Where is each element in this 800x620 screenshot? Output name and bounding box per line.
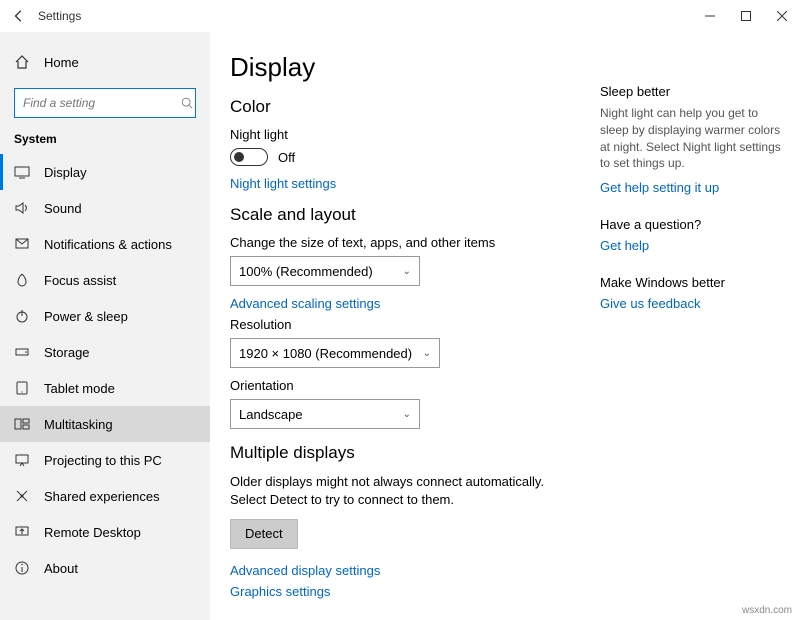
multiple-displays-heading: Multiple displays <box>230 443 600 463</box>
sidebar: Home System Display Sound Notifications … <box>0 32 210 620</box>
sidebar-item-label: Notifications & actions <box>44 237 172 252</box>
sidebar-item-label: Display <box>44 165 87 180</box>
sidebar-item-tablet-mode[interactable]: Tablet mode <box>0 370 210 406</box>
sidebar-item-remote-desktop[interactable]: Remote Desktop <box>0 514 210 550</box>
close-button[interactable] <box>764 0 800 32</box>
search-input[interactable] <box>14 88 196 118</box>
question-heading: Have a question? <box>600 217 784 232</box>
resolution-value: 1920 × 1080 (Recommended) <box>239 346 412 361</box>
detect-button[interactable]: Detect <box>230 519 298 549</box>
sidebar-item-focus-assist[interactable]: Focus assist <box>0 262 210 298</box>
tablet-icon <box>14 380 30 396</box>
resolution-label: Resolution <box>230 317 600 332</box>
back-button[interactable] <box>0 9 38 23</box>
remote-desktop-icon <box>14 524 30 540</box>
sidebar-item-multitasking[interactable]: Multitasking <box>0 406 210 442</box>
advanced-scaling-link[interactable]: Advanced scaling settings <box>230 296 600 311</box>
notifications-icon <box>14 236 30 252</box>
change-size-label: Change the size of text, apps, and other… <box>230 235 600 250</box>
sidebar-section-label: System <box>0 132 210 154</box>
sidebar-home[interactable]: Home <box>0 44 210 80</box>
night-light-settings-link[interactable]: Night light settings <box>230 176 600 191</box>
sidebar-item-label: Projecting to this PC <box>44 453 162 468</box>
sidebar-item-label: Focus assist <box>44 273 116 288</box>
minimize-button[interactable] <box>692 0 728 32</box>
search-field[interactable] <box>23 96 180 110</box>
sidebar-item-label: Multitasking <box>44 417 113 432</box>
chevron-down-icon: ⌄ <box>403 409 411 420</box>
about-icon <box>14 560 30 576</box>
maximize-button[interactable] <box>728 0 764 32</box>
storage-icon <box>14 344 30 360</box>
page-title: Display <box>230 52 600 83</box>
sidebar-item-projecting[interactable]: Projecting to this PC <box>0 442 210 478</box>
home-icon <box>14 54 30 70</box>
sidebar-item-sound[interactable]: Sound <box>0 190 210 226</box>
get-help-link[interactable]: Get help <box>600 238 784 253</box>
color-heading: Color <box>230 97 600 117</box>
watermark: wsxdn.com <box>742 605 792 616</box>
sidebar-item-shared-experiences[interactable]: Shared experiences <box>0 478 210 514</box>
sidebar-item-power-sleep[interactable]: Power & sleep <box>0 298 210 334</box>
graphics-settings-link[interactable]: Graphics settings <box>230 584 600 599</box>
focus-assist-icon <box>14 272 30 288</box>
sleep-better-heading: Sleep better <box>600 84 784 99</box>
resolution-select[interactable]: 1920 × 1080 (Recommended) ⌄ <box>230 338 440 368</box>
sidebar-item-label: About <box>44 561 78 576</box>
sidebar-item-label: Tablet mode <box>44 381 115 396</box>
sound-icon <box>14 200 30 216</box>
sleep-better-link[interactable]: Get help setting it up <box>600 180 784 195</box>
feedback-link[interactable]: Give us feedback <box>600 296 784 311</box>
orientation-label: Orientation <box>230 378 600 393</box>
multiple-displays-text: Older displays might not always connect … <box>230 473 580 509</box>
main-content: Display Color Night light Off Night ligh… <box>230 52 600 620</box>
make-better-heading: Make Windows better <box>600 275 784 290</box>
night-light-state: Off <box>278 150 295 165</box>
sleep-better-text: Night light can help you get to sleep by… <box>600 105 784 172</box>
chevron-down-icon: ⌄ <box>423 348 431 359</box>
night-light-label: Night light <box>230 127 600 142</box>
sidebar-home-label: Home <box>44 55 79 70</box>
sidebar-item-label: Storage <box>44 345 90 360</box>
sidebar-item-label: Remote Desktop <box>44 525 141 540</box>
sidebar-item-label: Shared experiences <box>44 489 160 504</box>
scale-select[interactable]: 100% (Recommended) ⌄ <box>230 256 420 286</box>
sidebar-item-notifications[interactable]: Notifications & actions <box>0 226 210 262</box>
shared-icon <box>14 488 30 504</box>
advanced-display-link[interactable]: Advanced display settings <box>230 563 600 578</box>
scale-value: 100% (Recommended) <box>239 264 373 279</box>
sidebar-item-storage[interactable]: Storage <box>0 334 210 370</box>
window-title: Settings <box>38 9 81 23</box>
sidebar-item-display[interactable]: Display <box>0 154 210 190</box>
projecting-icon <box>14 452 30 468</box>
aside: Sleep better Night light can help you ge… <box>600 52 800 620</box>
orientation-value: Landscape <box>239 407 303 422</box>
night-light-toggle[interactable] <box>230 148 268 166</box>
sidebar-item-label: Power & sleep <box>44 309 128 324</box>
sidebar-item-label: Sound <box>44 201 82 216</box>
chevron-down-icon: ⌄ <box>403 266 411 277</box>
search-icon <box>180 96 194 110</box>
power-icon <box>14 308 30 324</box>
orientation-select[interactable]: Landscape ⌄ <box>230 399 420 429</box>
sidebar-item-about[interactable]: About <box>0 550 210 586</box>
multitasking-icon <box>14 416 30 432</box>
display-icon <box>14 164 30 180</box>
scale-heading: Scale and layout <box>230 205 600 225</box>
